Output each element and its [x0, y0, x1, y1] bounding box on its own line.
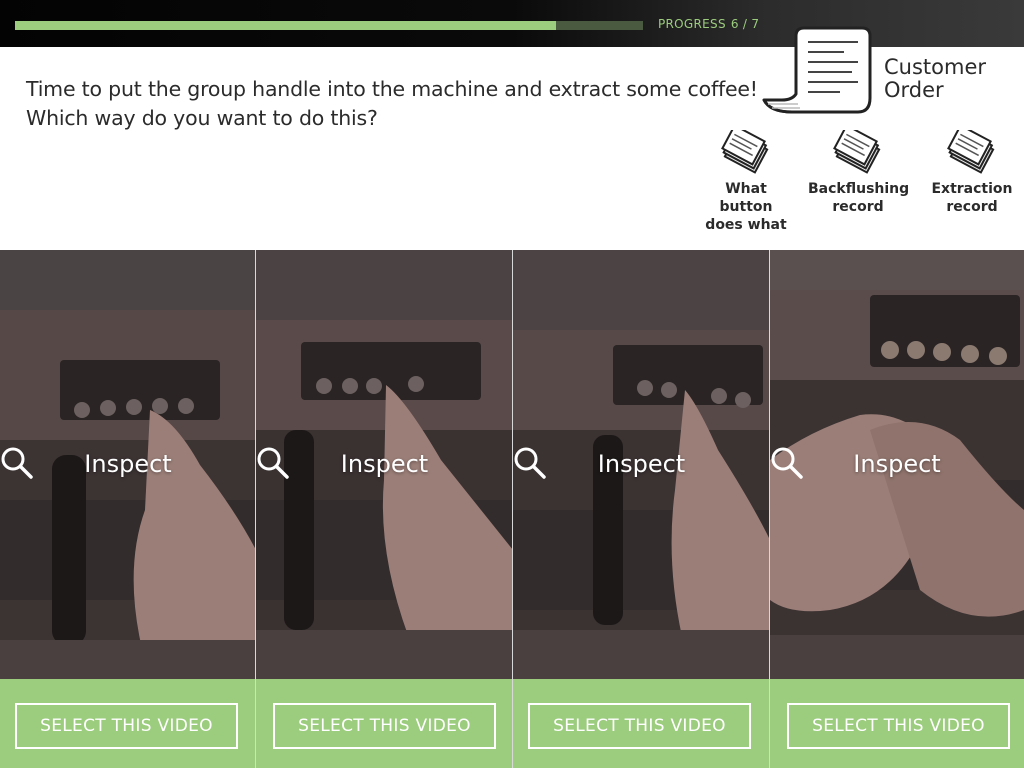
resource-label-line: record [946, 199, 998, 215]
resource-label-line: Extraction [931, 181, 1013, 197]
video-thumbnail[interactable]: Inspect [770, 250, 1024, 679]
inspect-button[interactable]: Inspect [770, 446, 1024, 482]
panel-divider [255, 250, 256, 768]
magnifier-icon [771, 447, 803, 479]
inspect-label: Inspect [853, 450, 941, 478]
video-footer: SELECT THIS VIDEO [513, 679, 770, 768]
video-option-2: Inspect SELECT THIS VIDEO [256, 250, 513, 768]
progress-track [15, 21, 643, 30]
video-footer: SELECT THIS VIDEO [256, 679, 513, 768]
resource-label: What button does what [696, 180, 796, 234]
video-thumbnail[interactable]: Inspect [256, 250, 513, 679]
inspect-label: Inspect [597, 450, 686, 478]
select-video-button[interactable]: SELECT THIS VIDEO [273, 703, 496, 749]
resource-what-button-does-what[interactable]: What button does what [696, 130, 796, 234]
resource-extraction-record[interactable]: Extraction record [922, 130, 1022, 216]
customer-order-label: Customer Order [884, 56, 986, 102]
panel-divider [512, 250, 513, 768]
resource-label-line: button [719, 199, 773, 215]
document-stack-icon [721, 130, 769, 174]
question-line-1: Time to put the group handle into the ma… [26, 77, 758, 101]
receipt-icon [762, 26, 872, 114]
select-video-button[interactable]: SELECT THIS VIDEO [528, 703, 751, 749]
customer-order-label-line-2: Order [884, 78, 944, 102]
document-stack-icon [833, 130, 881, 174]
resource-label-line: record [832, 199, 884, 215]
resource-backflushing-record[interactable]: Backflushing record [808, 130, 910, 216]
video-options: Inspect SELECT THIS VIDEO Inspect SELECT… [0, 250, 1024, 768]
magnifier-icon [257, 447, 289, 479]
panel-divider [769, 250, 770, 768]
inspect-button[interactable]: Inspect [256, 446, 513, 482]
progress-count: 6 / 7 [730, 17, 760, 31]
document-stack-icon [947, 130, 995, 174]
inspect-label: Inspect [84, 450, 172, 478]
app-root: PROGRESS 6 / 7 Time to put the group hand… [0, 0, 1024, 768]
video-option-4: Inspect SELECT THIS VIDEO [770, 250, 1024, 768]
magnifier-icon [514, 447, 546, 479]
resource-label-line: Backflushing [808, 181, 910, 197]
video-footer: SELECT THIS VIDEO [0, 679, 256, 768]
resource-label: Backflushing record [808, 180, 910, 216]
video-option-3: Inspect SELECT THIS VIDEO [513, 250, 770, 768]
progress-fill [15, 21, 556, 30]
video-thumbnail[interactable]: Inspect [513, 250, 770, 679]
select-video-button[interactable]: SELECT THIS VIDEO [787, 703, 1010, 749]
inspect-button[interactable]: Inspect [513, 446, 770, 482]
customer-order-label-line-1: Customer [884, 55, 987, 79]
inspect-label: Inspect [340, 450, 429, 478]
inspect-button[interactable]: Inspect [0, 446, 256, 482]
select-video-button[interactable]: SELECT THIS VIDEO [15, 703, 238, 749]
question-text: Time to put the group handle into the ma… [26, 75, 758, 133]
video-footer: SELECT THIS VIDEO [770, 679, 1024, 768]
magnifier-icon [1, 447, 33, 479]
resource-label: Extraction record [922, 180, 1022, 216]
video-option-1: Inspect SELECT THIS VIDEO [0, 250, 256, 768]
customer-order-button[interactable]: Customer Order [762, 26, 1012, 118]
progress-label: PROGRESS 6 / 7 [658, 17, 764, 31]
resource-label-line: does what [705, 217, 787, 233]
question-line-2: Which way do you want to do this? [26, 106, 378, 130]
resource-label-line: What [725, 181, 767, 197]
progress-text: PROGRESS [658, 17, 726, 31]
video-thumbnail[interactable]: Inspect [0, 250, 256, 679]
